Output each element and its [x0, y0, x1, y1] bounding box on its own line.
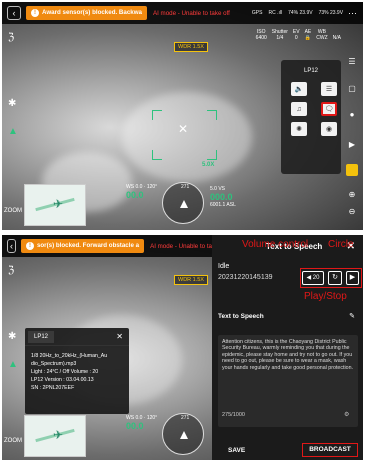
obstacle-warning-banner[interactable]: ! sor(s) blocked. Forward obstacle a — [20, 239, 145, 253]
focus-bracket — [207, 150, 217, 160]
siren-icon[interactable]: ◉ — [321, 122, 337, 136]
warning-icon: ! — [31, 9, 39, 17]
aircraft-heading-icon — [180, 431, 188, 439]
focus-bracket — [207, 110, 217, 120]
tts-section-label: Text to Speech — [218, 313, 264, 320]
horizontal-speed: WS 0.0 · 120° 00.0 — [126, 184, 158, 200]
horizontal-speed: WS 0.0 · 120° 00.0 — [126, 415, 158, 431]
speaker-icon[interactable]: 🔈 — [291, 82, 307, 96]
video-mode-icon[interactable]: ▶ — [345, 140, 359, 149]
aircraft-heading-icon — [180, 200, 188, 208]
focus-bracket — [152, 110, 162, 120]
battery-2: 73% 23.9V — [318, 10, 344, 16]
audio-file-name-cont: dio_Spectrum).mp3 — [31, 361, 77, 367]
screenshot-main-flight-view: ‹ ! Award sensor(s) blocked. Backwa AI mo… — [2, 2, 363, 230]
back-button[interactable]: ‹ — [7, 239, 16, 253]
top-status-bar: ‹ ! sor(s) blocked. Forward obstacle a AI… — [2, 235, 212, 257]
text-to-speech-icon[interactable]: 🗨 — [321, 102, 337, 116]
screenshot-text-to-speech: ‹ ! sor(s) blocked. Forward obstacle a AI… — [2, 235, 363, 460]
play-stop-button[interactable]: ▶ — [346, 271, 359, 285]
gear-icon[interactable]: ⚙ — [344, 411, 349, 418]
rc-signal: RC .ıll — [268, 10, 283, 16]
camera-switch-icon[interactable]: ▢ — [345, 84, 359, 93]
audio-file-name: 1/8 20Hz_to_20kHz_(Human_Au — [31, 353, 108, 359]
play-annotation: Play/Stop — [304, 291, 347, 302]
play-icon: ▶ — [349, 274, 356, 281]
loop-toggle[interactable]: ↻ — [328, 271, 342, 285]
lp12-info-popup: LP12 ✕ 1/8 20Hz_to_20kHz_(Human_Au dio_S… — [25, 328, 129, 414]
wdr-zoom-badge: WDR 1.5X — [174, 275, 208, 285]
drone-position-icon: ✈ — [53, 428, 64, 442]
top-status-bar: ‹ ! Award sensor(s) blocked. Backwa AI mo… — [2, 2, 363, 24]
minimap[interactable]: ✈ — [24, 184, 86, 226]
minimap[interactable]: ✈ — [24, 415, 86, 457]
audio-file-icon[interactable]: ♫ — [291, 102, 307, 116]
shutter-button[interactable]: ● — [345, 110, 359, 119]
version-info: LP12 Version : 03.04.00.13 — [31, 377, 94, 383]
ai-mode-status: AI mode - Unable to take off — [152, 9, 230, 17]
text-to-speech-panel: Text to Speech ✕ Idle 20231220145139 Vol… — [212, 235, 363, 460]
audio-id: 20231220145139 — [218, 274, 273, 281]
drone-mode-icon[interactable]: ℨ — [8, 32, 14, 43]
navigation-arrow-icon[interactable]: ▲ — [8, 126, 18, 137]
character-counter: 275/1000 — [222, 412, 245, 418]
focus-bracket — [152, 150, 162, 160]
drone-position-icon: ✈ — [53, 197, 64, 211]
back-button[interactable]: ‹ — [7, 6, 21, 20]
wdr-zoom-badge: WDR 1.5X — [174, 42, 208, 52]
light-icon[interactable]: ✺ — [291, 122, 307, 136]
zoom-label[interactable]: ZOOM — [4, 438, 22, 444]
attitude-compass: 271 — [162, 413, 204, 455]
zoom-in-icon[interactable]: ⊕ — [345, 190, 359, 199]
broadcast-button[interactable]: BROADCAST — [302, 443, 358, 457]
playback-status: Idle — [218, 263, 230, 270]
obstacle-warning-banner[interactable]: ! Award sensor(s) blocked. Backwa — [26, 6, 147, 20]
lp12-loudspeaker-panel: LP12 🔈 ☰ ♫ 🗨 ✺ ◉ — [281, 60, 341, 174]
lp12-title: LP12 — [303, 68, 318, 74]
circle-annotation: Circle — [328, 239, 354, 250]
drone-mode-icon[interactable]: ℨ — [8, 265, 14, 276]
crosshair-icon: ✕ — [178, 122, 189, 136]
loop-icon: ↻ — [332, 274, 338, 281]
warning-icon: ! — [25, 242, 34, 250]
hover-icon[interactable]: ✱ — [8, 98, 16, 109]
lp12-tag: LP12 — [28, 330, 55, 343]
hover-icon[interactable]: ✱ — [8, 331, 16, 342]
gps-status: GPS — [251, 10, 263, 16]
attitude-compass: 271 — [162, 182, 204, 224]
zoom-out-icon[interactable]: ⊖ — [345, 207, 359, 216]
volume-icon: ◀ — [306, 275, 312, 281]
more-menu-icon[interactable]: ⋯ — [348, 8, 357, 19]
battery-1: 74% 23.9V — [288, 10, 313, 16]
zoom-label[interactable]: ZOOM — [4, 208, 22, 214]
navigation-arrow-icon[interactable]: ▲ — [8, 359, 18, 370]
gallery-icon[interactable] — [346, 164, 358, 176]
camera-settings[interactable]: ISO 6400 Shutter 1/4 EV 0 AE 🔒 WB CWZ N/A — [256, 29, 341, 41]
altitude-readout: 5.0 VS 000.0 6001.1 ASL — [210, 186, 236, 208]
serial-number: SN : 2PNL207EEF — [31, 385, 75, 391]
save-button[interactable]: SAVE — [228, 447, 245, 454]
edit-icon[interactable]: ✎ — [349, 312, 355, 320]
zoom-level: 5.0X — [202, 162, 215, 168]
settings-sliders-icon[interactable]: ☰ — [345, 57, 359, 66]
volume-control[interactable]: ◀ 20 — [302, 271, 324, 285]
volume-annotation: Volume control — [242, 239, 309, 250]
record-list-icon[interactable]: ☰ — [321, 82, 337, 96]
ai-mode-status: AI mode - Unable to ta — [150, 242, 212, 250]
light-volume-info: Light : 24°C / Off Volume : 20 — [31, 369, 99, 375]
close-icon[interactable]: ✕ — [116, 332, 123, 341]
